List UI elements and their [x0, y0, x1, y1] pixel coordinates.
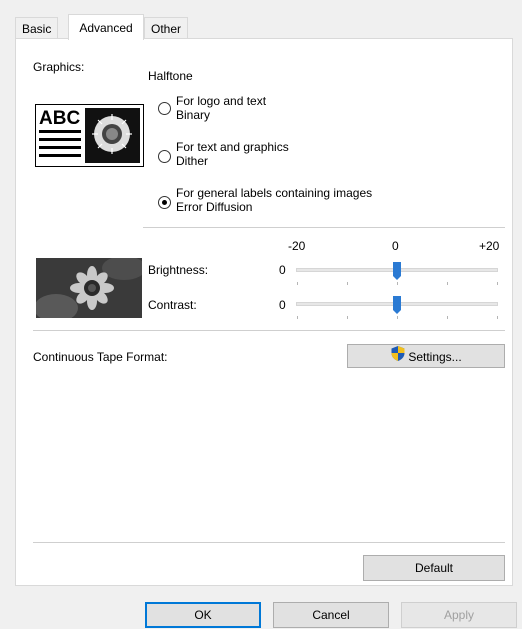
option-binary-line2[interactable]: Binary [176, 109, 210, 122]
contrast-tick [397, 316, 398, 319]
contrast-tick [297, 316, 298, 319]
default-button[interactable]: Default [363, 555, 505, 581]
radio-dither[interactable] [158, 150, 171, 163]
ok-button[interactable]: OK [145, 602, 261, 628]
contrast-tick [447, 316, 448, 319]
brightness-tick [297, 282, 298, 285]
sunflower-graphic [36, 258, 142, 318]
cancel-button[interactable]: Cancel [273, 602, 389, 628]
settings-button-label: Settings... [408, 350, 462, 364]
settings-button[interactable]: Settings... [347, 344, 505, 368]
option-dither-line1[interactable]: For text and graphics [176, 141, 289, 154]
divider-graphics [143, 227, 505, 228]
graphics-label: Graphics: [33, 60, 85, 74]
scale-max-label: +20 [479, 239, 500, 253]
sunflower-preview-image [36, 258, 142, 318]
halftone-label: Halftone [148, 69, 193, 83]
shield-icon [390, 345, 406, 369]
scale-min-label: -20 [288, 239, 306, 253]
brightness-tick [347, 282, 348, 285]
radio-error-diffusion[interactable] [158, 196, 171, 209]
contrast-slider-thumb[interactable] [393, 296, 401, 314]
option-dither-line2[interactable]: Dither [176, 155, 208, 168]
contrast-tick [347, 316, 348, 319]
tab-basic[interactable]: Basic [15, 17, 59, 39]
tab-other[interactable]: Other [144, 17, 189, 39]
continuous-tape-format-label: Continuous Tape Format: [33, 350, 168, 364]
tab-advanced[interactable]: Advanced [68, 14, 144, 40]
brightness-tick [497, 282, 498, 285]
brightness-tick [397, 282, 398, 285]
brightness-value: 0 [279, 263, 286, 277]
contrast-value: 0 [279, 298, 286, 312]
halftone-preview-graphic: ABC [39, 108, 140, 163]
divider-bottom [33, 542, 505, 543]
preview-abc-text: ABC [39, 108, 80, 129]
option-error-diffusion-line2[interactable]: Error Diffusion [176, 201, 252, 214]
brightness-slider-thumb[interactable] [393, 262, 401, 280]
scale-mid-label: 0 [392, 239, 399, 253]
apply-button[interactable]: Apply [401, 602, 517, 628]
advanced-panel: Graphics: Halftone ABC For logo and text… [15, 38, 513, 586]
halftone-preview-image: ABC [35, 104, 144, 167]
divider-adjustments [33, 330, 505, 331]
brightness-label: Brightness: [148, 263, 209, 277]
radio-binary[interactable] [158, 102, 171, 115]
contrast-tick [497, 316, 498, 319]
contrast-label: Contrast: [148, 298, 197, 312]
option-binary-line1[interactable]: For logo and text [176, 95, 266, 108]
option-error-diffusion-line1[interactable]: For general labels containing images [176, 187, 372, 200]
brightness-tick [447, 282, 448, 285]
